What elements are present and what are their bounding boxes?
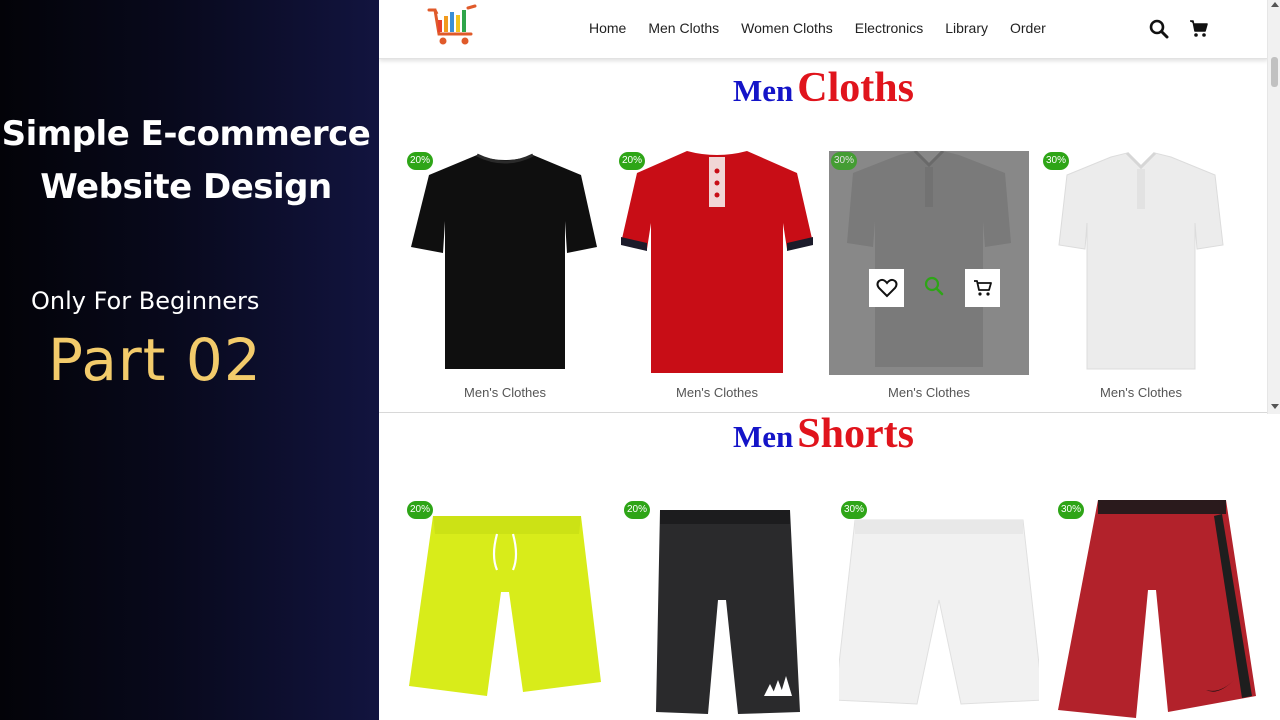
product-image-black-adidas-shorts[interactable]	[622, 500, 822, 720]
product-image-grey-polo-shirt[interactable]	[829, 151, 1029, 375]
discount-badge: 30%	[841, 501, 867, 519]
wishlist-button[interactable]	[869, 269, 904, 307]
product-label: Men's Clothes	[1100, 385, 1182, 400]
nav-link-library[interactable]: Library	[945, 19, 988, 37]
product-image-white-polo-shirt[interactable]	[1041, 151, 1241, 375]
nav-link-home[interactable]: Home	[589, 19, 626, 37]
discount-badge: 20%	[619, 152, 645, 170]
add-to-cart-button[interactable]	[965, 269, 1000, 307]
website-viewport: Home Men Cloths Women Cloths Electronics…	[379, 0, 1280, 720]
nav-link-order[interactable]: Order	[1010, 19, 1046, 37]
shop-logo-icon[interactable]	[427, 4, 481, 50]
product-image-red-henley-tshirt[interactable]	[617, 151, 817, 375]
section-heading-big: Shorts	[797, 411, 914, 457]
promo-title: Simple E-commerce Website Design	[0, 108, 372, 214]
scroll-thumb[interactable]	[1271, 57, 1278, 87]
nav-link-men-cloths[interactable]: Men Cloths	[648, 19, 719, 37]
promo-banner: Simple E-commerce Website Design Only Fo…	[0, 0, 379, 720]
product-image-yellow-shorts[interactable]	[405, 500, 605, 720]
search-icon[interactable]	[1149, 19, 1169, 39]
product-image-white-shorts[interactable]	[839, 500, 1039, 720]
discount-badge: 30%	[831, 152, 857, 170]
nav-link-electronics[interactable]: Electronics	[855, 19, 923, 37]
promo-title-line2: Website Design	[40, 167, 332, 207]
product-image-black-tshirt[interactable]	[405, 151, 605, 375]
promo-title-line1: Simple E-commerce	[1, 114, 371, 154]
promo-part-label: Part 02	[48, 326, 262, 394]
quick-view-button[interactable]	[919, 271, 949, 301]
product-label: Men's Clothes	[676, 385, 758, 400]
section-heading-big: Cloths	[797, 65, 914, 111]
search-icon	[924, 276, 944, 296]
discount-badge: 20%	[407, 152, 433, 170]
scroll-up-arrow-icon[interactable]	[1271, 2, 1279, 7]
section-heading-men-shorts: Men Shorts	[379, 410, 1268, 458]
heart-icon	[876, 278, 897, 298]
cart-icon	[973, 280, 992, 296]
navbar: Home Men Cloths Women Cloths Electronics…	[379, 0, 1268, 59]
discount-badge: 30%	[1058, 501, 1084, 519]
section-heading-small: Men	[733, 73, 794, 108]
promo-subtitle: Only For Beginners	[31, 287, 260, 315]
discount-badge: 20%	[407, 501, 433, 519]
cart-icon[interactable]	[1189, 19, 1209, 39]
product-label: Men's Clothes	[888, 385, 970, 400]
product-label: Men's Clothes	[464, 385, 546, 400]
page-scrollbar[interactable]	[1267, 0, 1280, 414]
nav-link-women-cloths[interactable]: Women Cloths	[741, 19, 833, 37]
product-image-red-nike-shorts[interactable]	[1056, 500, 1256, 720]
section-heading-small: Men	[733, 419, 794, 454]
nav-links: Home Men Cloths Women Cloths Electronics…	[589, 19, 1068, 37]
section-heading-men-cloths: Men Cloths	[379, 64, 1268, 112]
discount-badge: 20%	[624, 501, 650, 519]
discount-badge: 30%	[1043, 152, 1069, 170]
scroll-down-arrow-icon[interactable]	[1271, 404, 1279, 409]
